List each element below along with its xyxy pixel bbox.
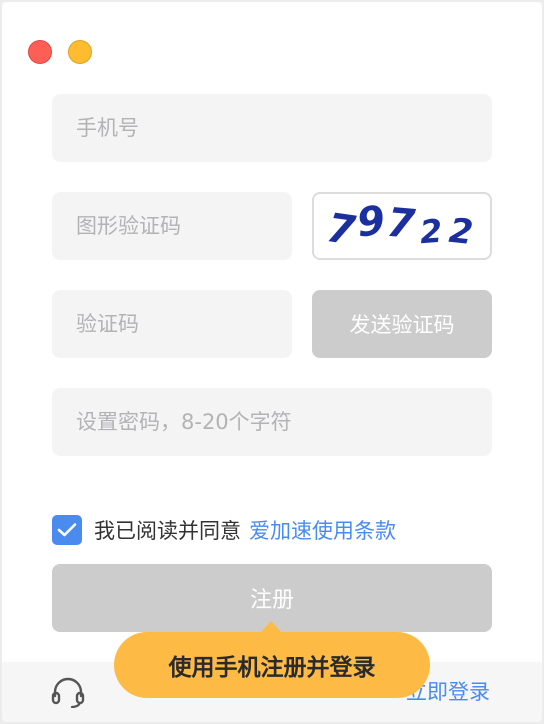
terms-link[interactable]: 爱加速使用条款: [249, 515, 396, 545]
agreement-row: 我已阅读并同意 爱加速使用条款: [52, 514, 396, 546]
captcha-field[interactable]: [52, 192, 292, 260]
close-window-button[interactable]: [28, 40, 52, 64]
register-tooltip: 使用手机注册并登录: [114, 632, 430, 698]
check-icon: [57, 523, 77, 537]
sms-code-field[interactable]: [52, 290, 292, 358]
captcha-input[interactable]: [74, 213, 270, 239]
agreement-text: 我已阅读并同意: [94, 519, 241, 543]
password-field[interactable]: [52, 388, 492, 456]
password-input[interactable]: [74, 409, 470, 435]
captcha-char: 2: [447, 211, 477, 253]
headset-icon[interactable]: [50, 676, 86, 708]
captcha-char: 7: [385, 199, 419, 249]
register-window: 7 9 7 2 2 发送验证码 我已阅读并同意 爱加速使用条款 注册 立即登录 …: [2, 2, 542, 722]
send-code-button[interactable]: 发送验证码: [312, 290, 492, 358]
sms-code-input[interactable]: [74, 311, 270, 337]
phone-field[interactable]: [52, 94, 492, 162]
agree-checkbox[interactable]: [52, 515, 82, 545]
captcha-image[interactable]: 7 9 7 2 2: [312, 192, 492, 260]
captcha-char: 7: [324, 205, 361, 255]
phone-input[interactable]: [74, 115, 470, 141]
captcha-char: 9: [354, 197, 390, 247]
captcha-char: 2: [418, 212, 446, 252]
minimize-window-button[interactable]: [68, 40, 92, 64]
